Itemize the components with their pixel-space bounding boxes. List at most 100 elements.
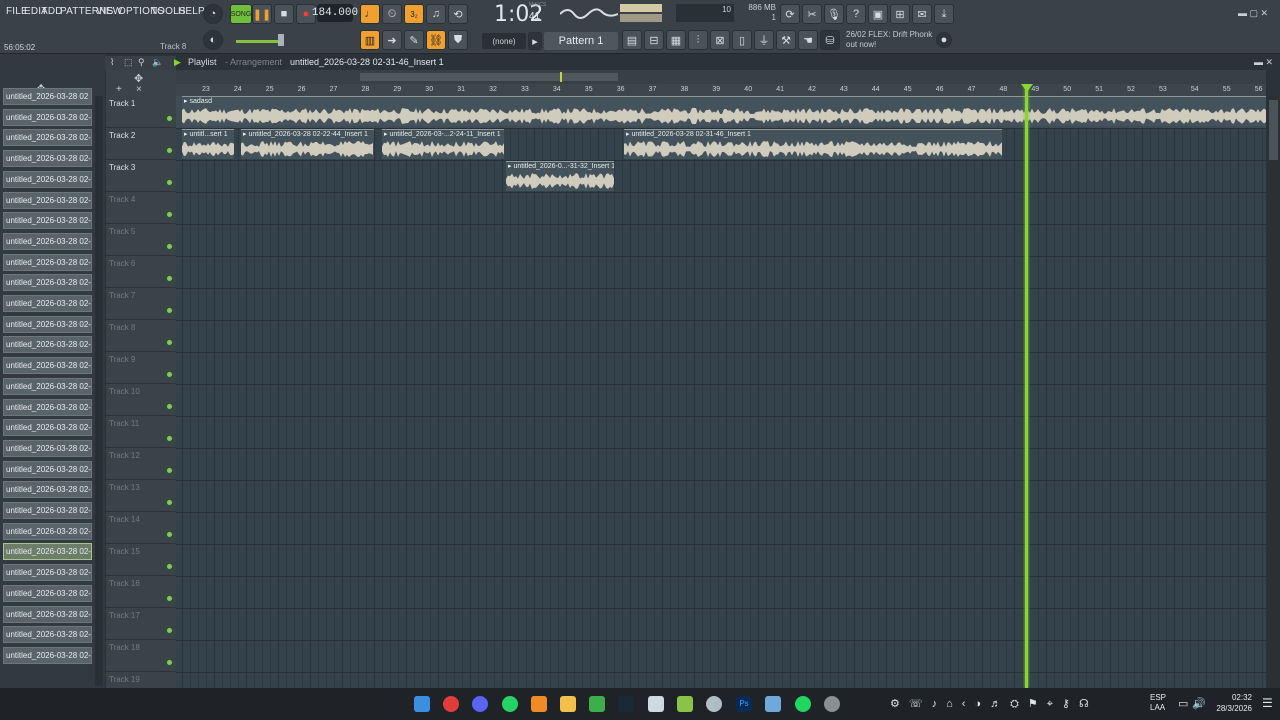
help-icon[interactable]: ? xyxy=(846,4,866,24)
track-mute-led[interactable] xyxy=(167,116,172,121)
metronome-icon[interactable]: ♩ xyxy=(360,4,380,24)
stop-icon[interactable]: ■ xyxy=(274,4,294,24)
track-mute-led[interactable] xyxy=(167,180,172,185)
browser-item[interactable]: untitled_2026-03-28 02-... xyxy=(3,150,92,168)
mixer-icon[interactable]: ⊞ xyxy=(890,4,910,24)
zoom-tool-icon[interactable]: ⚲ xyxy=(138,57,145,68)
browser-item[interactable]: untitled_2026-03-28 02-... xyxy=(3,460,92,478)
track-header[interactable]: Track 17 xyxy=(106,608,176,640)
browser-item[interactable]: untitled_2026-03-28 02-... xyxy=(3,522,92,540)
playlist-window-controls[interactable]: ▬ ✕ xyxy=(1254,57,1273,68)
hand-icon[interactable]: ☚ xyxy=(798,30,818,50)
browser-item[interactable]: untitled_2026-03-28 02-... xyxy=(3,232,92,250)
clipboard-icon[interactable]: ▯ xyxy=(732,30,752,50)
playback-tool-icon[interactable]: 🔈 xyxy=(152,57,163,68)
track-header[interactable]: Track 3 xyxy=(106,160,176,192)
browser-item[interactable]: untitled_2026-03-28 02-... xyxy=(3,274,92,292)
pitch-knob-icon[interactable]: ◔ xyxy=(203,4,223,24)
select-tool-icon[interactable]: ⬚ xyxy=(124,57,133,68)
track-header[interactable]: Track 16 xyxy=(106,576,176,608)
opera-icon[interactable] xyxy=(443,696,459,712)
shop-icon[interactable]: ⛁ xyxy=(820,30,840,50)
browser-item[interactable]: untitled_2026-03-28 02-... xyxy=(3,129,92,147)
audio-clip[interactable]: ▸ untitl...sert 1 xyxy=(182,129,234,159)
audio-clip[interactable]: ▸ untitled_2026-03-28 02-31-46_Insert 1 xyxy=(624,129,1002,159)
loop-record-icon[interactable]: ⟲ xyxy=(448,4,468,24)
track-mute-led[interactable] xyxy=(167,148,172,153)
steam-icon[interactable] xyxy=(618,696,634,712)
scroll-thumb[interactable] xyxy=(360,73,618,81)
store-icon[interactable] xyxy=(648,696,664,712)
pattern-selector[interactable]: Pattern 1 xyxy=(544,32,618,50)
download-icon[interactable]: ⤓ xyxy=(934,4,954,24)
notepad-icon[interactable] xyxy=(765,696,781,712)
game-icon[interactable] xyxy=(677,696,693,712)
track-mute-led[interactable] xyxy=(167,596,172,601)
track-mute-led[interactable] xyxy=(167,532,172,537)
browser-item[interactable]: untitled_2026-03-28 02-... xyxy=(3,377,92,395)
track-mute-led[interactable] xyxy=(167,628,172,633)
news-ticker[interactable]: 26/02 FLEX: Drift Phonk out now! xyxy=(846,30,932,50)
track-mute-led[interactable] xyxy=(167,468,172,473)
track-header[interactable]: Track 14 xyxy=(106,512,176,544)
network-sound-icons[interactable]: ▭🔊 xyxy=(1178,697,1210,710)
tool-icon[interactable]: ⚒ xyxy=(776,30,796,50)
browser-item[interactable]: untitled_2026-03-28 02-... xyxy=(3,108,92,126)
mixer-window-icon[interactable]: ▦ xyxy=(666,30,686,50)
notification-icon[interactable]: ☰ xyxy=(1262,696,1273,710)
browser-item[interactable]: untitled_2026-03-28 02-... xyxy=(3,336,92,354)
track-mute-led[interactable] xyxy=(167,340,172,345)
snap-select[interactable]: (none) xyxy=(482,33,526,49)
browser-item[interactable]: untitled_2026-03-28 02-... xyxy=(3,295,92,312)
channel-rack-icon[interactable]: ⊟ xyxy=(644,30,664,50)
browser-item[interactable]: untitled_2026-03-28 02-... xyxy=(3,605,92,623)
plugin-icon[interactable]: ⏚ xyxy=(754,30,774,50)
tempo-display[interactable]: 184.000 xyxy=(312,4,358,22)
arrow-right-icon[interactable]: ➜ xyxy=(382,30,402,50)
browser-item[interactable]: untitled_2026-03-28 02-... xyxy=(3,253,92,271)
audio-clip[interactable]: ▸ untitled_2026-0...-31-32_Insert 1 xyxy=(506,161,614,191)
file-explorer-icon[interactable] xyxy=(560,696,576,712)
add-track-icon[interactable]: + xyxy=(116,84,122,95)
playlist-icon[interactable]: ▤ xyxy=(622,30,642,50)
pencil-icon[interactable]: ✎ xyxy=(404,30,424,50)
song-mode-button[interactable]: SONG xyxy=(230,4,252,24)
clock[interactable]: 02:32 28/3/2026 xyxy=(1210,692,1252,714)
track-mute-led[interactable] xyxy=(167,436,172,441)
account-icon[interactable]: ● xyxy=(936,32,952,48)
security-icon[interactable] xyxy=(706,696,722,712)
browser-item[interactable]: untitled_2026-03-28 02-... xyxy=(3,646,92,664)
photoshop-icon[interactable]: Ps xyxy=(736,696,752,712)
track-header[interactable]: Track 10 xyxy=(106,384,176,416)
save-icon[interactable]: ▣ xyxy=(868,4,888,24)
track-header[interactable]: Track 18 xyxy=(106,640,176,672)
slice-tool-icon[interactable]: ⌇ xyxy=(110,57,114,68)
master-volume-slider[interactable] xyxy=(236,40,280,43)
timeline-ruler[interactable]: 23 24 25 26 27 28 29 30 31 32 33 34 35 36 37 38 39 40 41 42… xyxy=(176,84,1266,96)
language-indicator[interactable]: ESP LAA xyxy=(1150,693,1166,713)
track-header[interactable]: Track 8 xyxy=(106,320,176,352)
browser-item[interactable]: untitled_2026-03-28 02-... xyxy=(3,419,92,437)
track-mute-led[interactable] xyxy=(167,276,172,281)
playlist-play-icon[interactable]: ▶ xyxy=(174,57,181,68)
track-mute-led[interactable] xyxy=(167,500,172,505)
browser-item[interactable]: untitled_2026-03-28 02-... xyxy=(3,564,92,582)
discord-icon[interactable] xyxy=(472,696,488,712)
browser-item[interactable]: untitled_2026-03-28 02-... xyxy=(3,398,92,416)
browser-scrollbar[interactable] xyxy=(95,96,103,686)
track-header[interactable]: Track 5 xyxy=(106,224,176,256)
link-icon[interactable]: ⛓ xyxy=(426,30,446,50)
fl-studio-icon[interactable] xyxy=(531,696,547,712)
browser-item[interactable]: untitled_2026-03-28 02-... xyxy=(3,543,92,561)
track-header[interactable]: Track 11 xyxy=(106,416,176,448)
stamp-icon[interactable]: ⛊ xyxy=(448,30,468,50)
track-mute-led[interactable] xyxy=(167,308,172,313)
browser-item[interactable]: untitled_2026-03-28 02 xyxy=(3,88,92,105)
vertical-scrollbar[interactable] xyxy=(1267,96,1280,688)
browser-item[interactable]: untitled_2026-03-28 02-... xyxy=(3,170,92,188)
remove-track-icon[interactable]: × xyxy=(136,84,142,95)
browser-item[interactable]: untitled_2026-03-28 02-... xyxy=(3,439,92,457)
track-header[interactable]: Track 13 xyxy=(106,480,176,512)
browser-item[interactable]: untitled_2026-03-28 02-... xyxy=(3,626,92,644)
microphone-icon[interactable]: 🎙 xyxy=(824,4,844,24)
